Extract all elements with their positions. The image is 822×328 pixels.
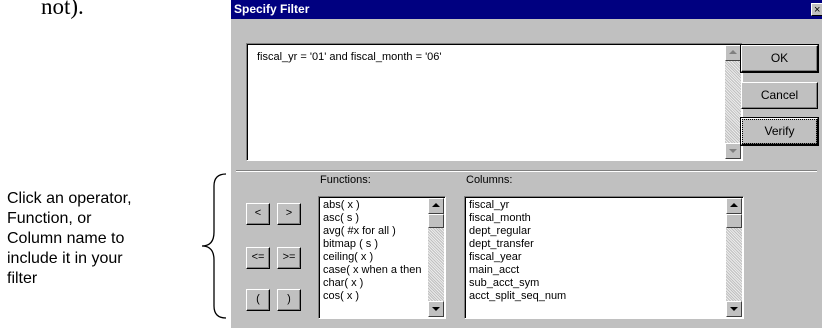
list-item[interactable]: fiscal_yr: [469, 199, 509, 212]
chevron-down-icon: [432, 307, 440, 311]
curly-brace-icon: [201, 173, 227, 319]
scroll-thumb[interactable]: [428, 214, 444, 228]
list-item[interactable]: acct_split_seq_num: [469, 290, 566, 303]
functions-label: Functions:: [320, 174, 371, 186]
cancel-button-label: Cancel: [760, 88, 799, 102]
list-item[interactable]: cos( x ): [323, 290, 359, 303]
scroll-down-button[interactable]: [726, 301, 742, 317]
scroll-down-button[interactable]: [725, 143, 741, 159]
callout-line: Click an operator,: [7, 190, 132, 207]
scroll-down-button[interactable]: [428, 301, 444, 317]
list-item[interactable]: main_acct: [469, 264, 519, 277]
list-item[interactable]: abs( x ): [323, 199, 360, 212]
list-item[interactable]: case( x when a then: [323, 264, 421, 277]
filter-expression-text[interactable]: fiscal_yr = '01' and fiscal_month = '06': [257, 51, 442, 63]
list-item[interactable]: sub_acct_sym: [469, 277, 539, 290]
scroll-thumb[interactable]: [726, 214, 742, 228]
list-item[interactable]: dept_regular: [469, 225, 531, 238]
close-button[interactable]: ×: [811, 3, 822, 16]
verify-button-label: Verify: [742, 119, 817, 144]
list-item[interactable]: dept_transfer: [469, 238, 534, 251]
less-equal-operator-button[interactable]: <=: [246, 247, 270, 269]
callout-line: filter: [7, 270, 38, 287]
list-item[interactable]: fiscal_year: [469, 251, 522, 264]
cancel-button[interactable]: Cancel: [741, 82, 818, 109]
separator: [236, 170, 817, 172]
chevron-up-icon: [432, 203, 440, 207]
functions-scrollbar[interactable]: [428, 198, 444, 317]
dialog-title: Specify Filter: [234, 2, 310, 16]
ok-button-label: OK: [770, 51, 789, 65]
specify-filter-dialog: Specify Filter × fiscal_yr = '01' and fi…: [231, 0, 822, 328]
list-item[interactable]: avg( #x for all ): [323, 225, 396, 238]
greater-than-operator-button[interactable]: >: [277, 203, 301, 225]
list-item[interactable]: bitmap ( s ): [323, 238, 378, 251]
scroll-up-button[interactable]: [726, 198, 742, 214]
verify-button[interactable]: Verify: [740, 117, 819, 146]
greater-equal-operator-button[interactable]: >=: [277, 247, 301, 269]
callout-annotation: Click an operator, Function, or Column n…: [7, 189, 197, 289]
filter-expression-editor[interactable]: fiscal_yr = '01' and fiscal_month = '06': [246, 43, 743, 161]
less-than-operator-button[interactable]: <: [246, 203, 270, 225]
list-item[interactable]: ceiling( x ): [323, 251, 373, 264]
open-paren-operator-button[interactable]: (: [246, 289, 270, 311]
document-text-fragment: not).: [41, 0, 84, 19]
list-item[interactable]: fiscal_month: [469, 212, 531, 225]
chevron-down-icon: [730, 307, 738, 311]
scroll-up-button[interactable]: [428, 198, 444, 214]
columns-label: Columns:: [466, 174, 513, 186]
list-item[interactable]: char( x ): [323, 277, 363, 290]
callout-line: include it in your: [7, 250, 123, 267]
chevron-up-icon: [729, 50, 737, 54]
callout-line: Column name to: [7, 230, 125, 247]
list-item[interactable]: asc( s ): [323, 212, 359, 225]
title-bar[interactable]: Specify Filter ×: [231, 0, 822, 19]
ok-button[interactable]: OK: [740, 44, 819, 73]
chevron-down-icon: [729, 149, 737, 153]
callout-line: Function, or: [7, 210, 92, 227]
chevron-up-icon: [730, 203, 738, 207]
columns-list[interactable]: fiscal_yr fiscal_month dept_regular dept…: [464, 196, 744, 319]
columns-scrollbar[interactable]: [726, 198, 742, 317]
close-paren-operator-button[interactable]: ): [277, 289, 301, 311]
filter-scrollbar[interactable]: [725, 45, 741, 159]
functions-list[interactable]: abs( x ) asc( s ) avg( #x for all ) bitm…: [318, 196, 446, 319]
scroll-up-button[interactable]: [725, 45, 741, 61]
